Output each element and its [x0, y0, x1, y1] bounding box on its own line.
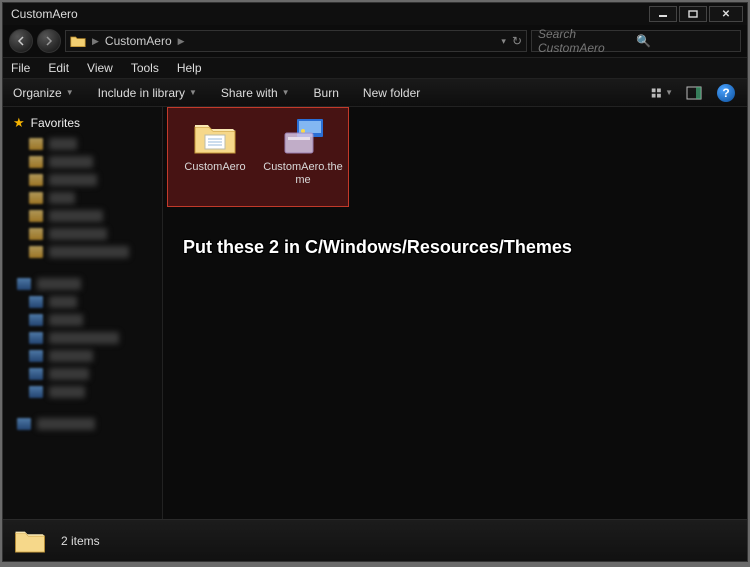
share-with-button[interactable]: Share with▼: [221, 86, 290, 100]
new-folder-button[interactable]: New folder: [363, 86, 420, 100]
sidebar-item[interactable]: [3, 135, 162, 153]
sidebar-item[interactable]: [3, 365, 162, 383]
sidebar-group[interactable]: [3, 275, 162, 293]
titlebar: CustomAero ✕: [3, 3, 747, 25]
navigation-pane: ★ Favorites: [3, 107, 163, 519]
folder-icon: [70, 34, 86, 48]
menu-bar: File Edit View Tools Help: [3, 57, 747, 79]
sidebar-item[interactable]: [3, 153, 162, 171]
folder-icon: [191, 117, 239, 157]
menu-view[interactable]: View: [87, 61, 113, 75]
include-in-library-button[interactable]: Include in library▼: [98, 86, 197, 100]
sidebar-item[interactable]: [3, 311, 162, 329]
content-pane[interactable]: CustomAero CustomAero.theme: [163, 107, 747, 519]
search-placeholder: Search CustomAero: [538, 27, 636, 55]
file-item-theme[interactable]: CustomAero.theme: [263, 117, 343, 187]
view-options-button[interactable]: ▼: [651, 83, 673, 103]
chevron-right-icon: ▶: [92, 36, 99, 47]
forward-button[interactable]: [37, 29, 61, 53]
search-icon: 🔍: [636, 34, 734, 48]
sidebar-item[interactable]: [3, 171, 162, 189]
details-pane: 2 items: [3, 519, 747, 561]
help-button[interactable]: ?: [715, 83, 737, 103]
help-icon: ?: [717, 84, 735, 102]
item-count-label: 2 items: [61, 534, 100, 548]
organize-button[interactable]: Organize▼: [13, 86, 74, 100]
sidebar-item[interactable]: [3, 207, 162, 225]
menu-help[interactable]: Help: [177, 61, 202, 75]
file-list: CustomAero CustomAero.theme: [169, 113, 741, 191]
search-input[interactable]: Search CustomAero 🔍: [531, 30, 741, 52]
sidebar-item[interactable]: [3, 329, 162, 347]
file-item-folder[interactable]: CustomAero: [175, 117, 255, 187]
refresh-icon[interactable]: ↻: [512, 34, 522, 48]
chevron-right-icon: ▶: [178, 36, 185, 47]
menu-edit[interactable]: Edit: [48, 61, 69, 75]
sidebar-group[interactable]: [3, 415, 162, 433]
explorer-window: CustomAero ✕ ▶ CustomAero ▶ ▾ ↻: [2, 2, 748, 562]
sidebar-item[interactable]: [3, 243, 162, 261]
sidebar-item[interactable]: [3, 293, 162, 311]
file-label: CustomAero: [184, 161, 245, 174]
menu-tools[interactable]: Tools: [131, 61, 159, 75]
sidebar-item[interactable]: [3, 189, 162, 207]
breadcrumb-segment[interactable]: CustomAero: [105, 34, 172, 48]
navigation-bar: ▶ CustomAero ▶ ▾ ↻ Search CustomAero 🔍: [3, 25, 747, 57]
explorer-body: ★ Favorites: [3, 107, 747, 519]
folder-icon: [13, 526, 47, 556]
close-button[interactable]: ✕: [709, 6, 743, 22]
favorites-header[interactable]: ★ Favorites: [3, 111, 162, 135]
address-bar[interactable]: ▶ CustomAero ▶ ▾ ↻: [65, 30, 527, 52]
maximize-button[interactable]: [679, 6, 707, 22]
preview-pane-button[interactable]: [683, 83, 705, 103]
dropdown-icon[interactable]: ▾: [501, 36, 506, 47]
window-title: CustomAero: [7, 7, 647, 21]
back-button[interactable]: [9, 29, 33, 53]
burn-button[interactable]: Burn: [314, 86, 339, 100]
instruction-annotation: Put these 2 in C/Windows/Resources/Theme…: [183, 237, 572, 258]
theme-file-icon: [279, 117, 327, 157]
sidebar-item[interactable]: [3, 383, 162, 401]
favorites-label: Favorites: [31, 116, 80, 130]
menu-file[interactable]: File: [11, 61, 30, 75]
file-label: CustomAero.theme: [263, 161, 343, 187]
sidebar-item[interactable]: [3, 225, 162, 243]
star-icon: ★: [13, 115, 25, 131]
minimize-button[interactable]: [649, 6, 677, 22]
sidebar-item[interactable]: [3, 347, 162, 365]
command-bar: Organize▼ Include in library▼ Share with…: [3, 79, 747, 107]
